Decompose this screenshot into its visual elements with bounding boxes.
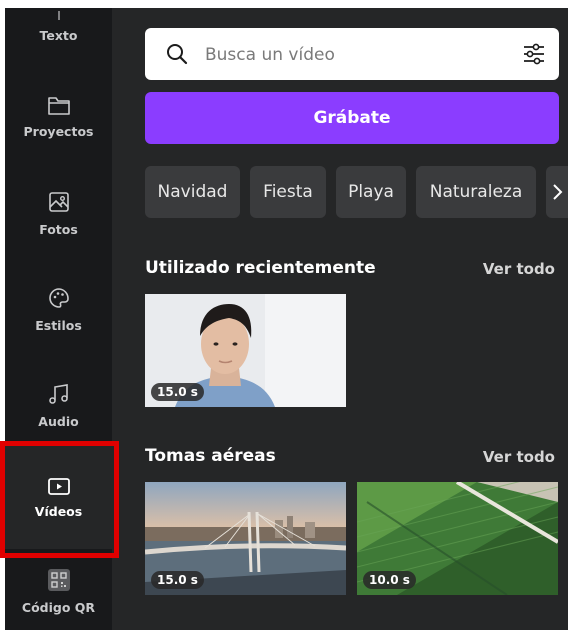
- text-icon: [5, 8, 112, 20]
- record-button[interactable]: Grábate: [145, 92, 559, 144]
- duration-badge: 15.0 s: [151, 571, 204, 589]
- sidebar-item-proyectos[interactable]: Proyectos: [5, 94, 112, 139]
- filter-sliders-icon[interactable]: [521, 41, 547, 71]
- sidebar-item-label: Proyectos: [23, 124, 94, 139]
- music-note-icon: [5, 382, 112, 410]
- videos-highlight-box: [0, 441, 119, 558]
- duration-badge: 15.0 s: [151, 383, 204, 401]
- sidebar-item-label: Código QR: [21, 600, 96, 615]
- sidebar-item-texto[interactable]: Texto: [5, 8, 112, 43]
- palette-icon: [5, 286, 112, 314]
- sidebar-item-label: Texto: [39, 28, 78, 43]
- chevron-right-icon: [553, 184, 563, 200]
- see-all-aerial-link[interactable]: Ver todo: [483, 448, 555, 466]
- section-title-aerial: Tomas aéreas: [145, 446, 276, 466]
- video-thumbnail-field[interactable]: 10.0 s: [357, 482, 558, 595]
- chips-next-button[interactable]: [546, 166, 568, 218]
- chip-playa[interactable]: Playa: [336, 166, 406, 218]
- folder-icon: [5, 94, 112, 120]
- sidebar-item-fotos[interactable]: Fotos: [5, 190, 112, 237]
- sidebar-item-label: Fotos: [39, 222, 78, 237]
- search-icon: [165, 42, 189, 70]
- chip-naturaleza[interactable]: Naturaleza: [416, 166, 536, 218]
- search-box[interactable]: [145, 28, 559, 82]
- section-title-recent: Utilizado recientemente: [145, 258, 376, 278]
- qr-code-icon: [5, 568, 112, 596]
- chip-fiesta[interactable]: Fiesta: [250, 166, 326, 218]
- chip-navidad[interactable]: Navidad: [145, 166, 240, 218]
- sidebar-item-estilos[interactable]: Estilos: [5, 286, 112, 333]
- see-all-recent-link[interactable]: Ver todo: [483, 260, 555, 278]
- duration-badge: 10.0 s: [363, 571, 416, 589]
- search-input[interactable]: [203, 28, 507, 82]
- image-icon: [5, 190, 112, 218]
- video-thumbnail-recent[interactable]: 15.0 s: [145, 294, 346, 407]
- video-thumbnail-bridge[interactable]: 15.0 s: [145, 482, 346, 595]
- sidebar-item-codigo-qr[interactable]: Código QR: [5, 568, 112, 615]
- sidebar-item-label: Audio: [38, 414, 79, 429]
- sidebar-item-audio[interactable]: Audio: [5, 382, 112, 429]
- sidebar-item-label: Estilos: [35, 318, 82, 333]
